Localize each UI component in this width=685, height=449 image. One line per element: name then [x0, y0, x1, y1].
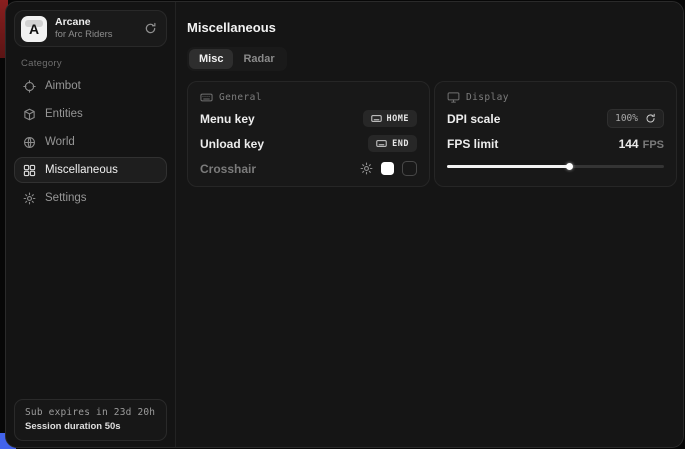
app-name: Arcane — [55, 16, 136, 29]
globe-icon — [23, 136, 36, 149]
unload-key-label: Unload key — [200, 137, 264, 151]
menu-key-label: Menu key — [200, 112, 255, 126]
display-card: Display DPI scale 100% FPS limit — [434, 81, 677, 187]
account-text: Arcane for Arc Riders — [55, 16, 136, 41]
keyboard-icon — [200, 91, 213, 104]
dpi-label: DPI scale — [447, 112, 500, 126]
unload-key-button[interactable]: END — [368, 135, 417, 152]
sidebar-item-entities[interactable]: Entities — [14, 101, 167, 127]
fps-value: 144 FPS — [619, 137, 664, 151]
account-card[interactable]: A Arcane for Arc Riders — [14, 10, 167, 47]
menu-key-value: HOME — [387, 114, 409, 124]
menu-key-row: Menu key HOME — [200, 108, 417, 129]
display-card-title: Display — [466, 92, 509, 103]
keyboard-icon — [371, 113, 382, 124]
session-info-box: Sub expires in 23d 20h Session duration … — [14, 399, 167, 441]
general-card: General Menu key HOME Unload key — [187, 81, 430, 187]
session-duration-text: Session duration 50s — [25, 421, 156, 432]
app-logo: A — [21, 16, 47, 42]
sidebar-item-label: Miscellaneous — [45, 164, 118, 176]
general-card-header: General — [200, 91, 417, 104]
crosshair-settings-gear-icon[interactable] — [360, 162, 373, 175]
sidebar-item-world[interactable]: World — [14, 129, 167, 155]
crosshair-controls — [360, 161, 417, 176]
grid-icon — [23, 164, 36, 177]
sidebar-item-miscellaneous[interactable]: Miscellaneous — [14, 157, 167, 183]
logo-letter: A — [29, 22, 39, 36]
main-content: Miscellaneous Misc Radar General — [176, 2, 683, 447]
sidebar-nav: Aimbot Entities World — [14, 73, 167, 213]
page-title: Miscellaneous — [187, 20, 276, 35]
dpi-control[interactable]: 100% — [607, 109, 664, 128]
sidebar-item-aimbot[interactable]: Aimbot — [14, 73, 167, 99]
cube-icon — [23, 108, 36, 121]
unload-key-row: Unload key END — [200, 133, 417, 154]
app-window: A Arcane for Arc Riders Category Ai — [5, 1, 684, 448]
menu-key-button[interactable]: HOME — [363, 110, 417, 127]
general-card-title: General — [219, 92, 262, 103]
refresh-icon[interactable] — [144, 22, 157, 35]
sidebar-item-label: Entities — [45, 108, 83, 120]
keyboard-icon — [376, 138, 387, 149]
tab-bar: Misc Radar — [187, 47, 287, 71]
sidebar-item-label: Settings — [45, 192, 87, 204]
fps-slider-thumb[interactable] — [566, 163, 573, 170]
crosshair-row: Crosshair — [200, 158, 417, 179]
unload-key-value: END — [392, 139, 409, 149]
sidebar: A Arcane for Arc Riders Category Ai — [6, 2, 176, 447]
sidebar-item-label: Aimbot — [45, 80, 81, 92]
display-card-header: Display — [447, 91, 664, 104]
crosshair-checkbox[interactable] — [402, 161, 417, 176]
fps-label: FPS limit — [447, 137, 498, 151]
sub-expiry-text: Sub expires in 23d 20h — [25, 407, 156, 418]
dpi-reset-icon[interactable] — [645, 113, 656, 124]
fps-row: FPS limit 144 FPS — [447, 133, 664, 154]
tab-radar[interactable]: Radar — [233, 49, 284, 69]
app-subtitle: for Arc Riders — [55, 29, 136, 41]
dpi-value: 100% — [615, 113, 638, 124]
gear-icon — [23, 192, 36, 205]
monitor-icon — [447, 91, 460, 104]
sidebar-item-label: World — [45, 136, 75, 148]
crosshair-label: Crosshair — [200, 162, 256, 176]
category-label: Category — [21, 58, 62, 69]
crosshair-color-swatch[interactable] — [381, 162, 394, 175]
tab-misc[interactable]: Misc — [189, 49, 233, 69]
fps-unit: FPS — [643, 139, 664, 151]
fps-slider-fill — [447, 165, 569, 168]
cards-row: General Menu key HOME Unload key — [187, 81, 677, 187]
crosshair-icon — [23, 80, 36, 93]
sidebar-item-settings[interactable]: Settings — [14, 185, 167, 211]
dpi-row: DPI scale 100% — [447, 108, 664, 129]
fps-slider[interactable] — [447, 163, 664, 170]
fps-number: 144 — [619, 137, 639, 151]
